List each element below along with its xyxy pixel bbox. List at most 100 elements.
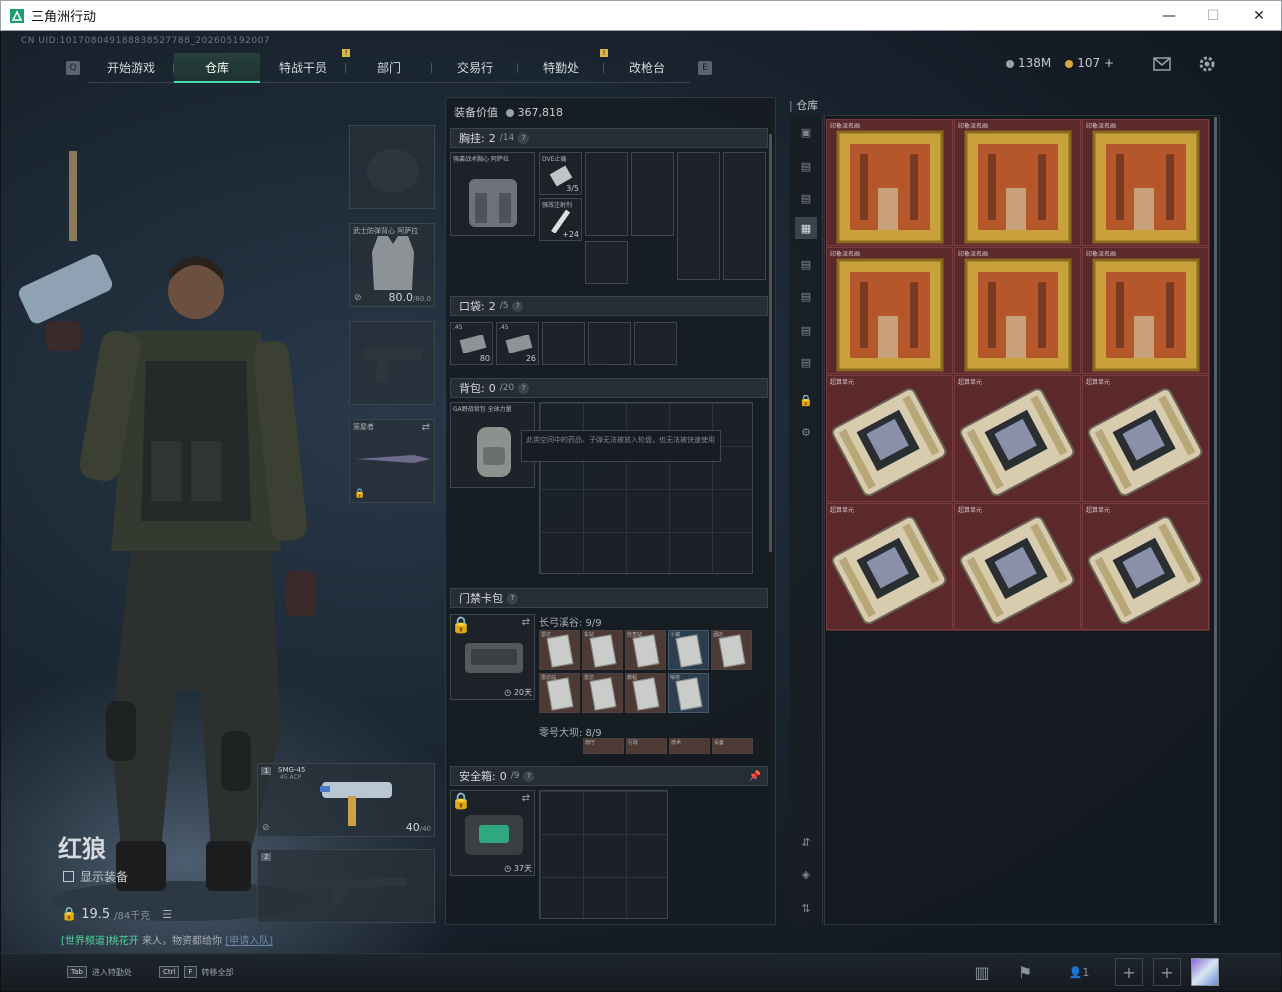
chest-item-painkiller[interactable]: DVE止痛 3/5	[539, 152, 582, 195]
keycard-item[interactable]: 设备	[712, 738, 753, 754]
keycard-item[interactable]: 酒店	[711, 630, 752, 670]
stash-tab-6-icon[interactable]: ▤	[795, 319, 817, 341]
minimize-button[interactable]: —	[1149, 5, 1189, 27]
keycard-item[interactable]: 雷达	[582, 673, 623, 713]
pocket-empty-slot[interactable]	[634, 322, 677, 365]
show-equip-toggle[interactable]: 显示装备	[63, 868, 128, 885]
nav-prev-key[interactable]: Q	[66, 61, 80, 75]
keycard-item[interactable]: 南厅	[583, 738, 624, 754]
stash-item-supercomputer[interactable]: 超算单元	[954, 503, 1081, 630]
stash-scrollbar[interactable]	[1214, 117, 1217, 923]
pocket-empty-slot[interactable]	[588, 322, 631, 365]
keycard-case-item[interactable]: ⇄ 🔒 ◷ 20天	[450, 614, 535, 700]
tab-special-ops[interactable]: 特勤处!	[518, 49, 608, 83]
invite-slot-button[interactable]: +	[1115, 958, 1143, 986]
secondary-weapon-slot[interactable]: 2	[257, 849, 435, 923]
hint-enter-special[interactable]: Tab 进入特勤处	[67, 966, 132, 978]
stash-item-supercomputer[interactable]: 超算单元	[826, 375, 953, 502]
stash-item-supercomputer[interactable]: 超算单元	[1082, 503, 1209, 630]
nav-next-key[interactable]: E	[698, 61, 712, 75]
apply-join-link[interactable]: [申请入队]	[225, 936, 273, 947]
safebox-grid[interactable]	[539, 790, 668, 919]
chest-empty-slot[interactable]	[585, 241, 628, 284]
primary-weapon-slot[interactable]: 1 SMG-45 .45 ACP ⊘ 40/40	[257, 763, 435, 837]
help-icon[interactable]: ?	[518, 132, 530, 144]
stash-tab-all-icon[interactable]: ▣	[795, 121, 817, 143]
lock-icon[interactable]: 🔒	[795, 389, 817, 411]
stash-tab-4-icon[interactable]: ▤	[795, 253, 817, 275]
ticket-display[interactable]: 107 +	[1065, 56, 1114, 70]
tab-start-game[interactable]: 开始游戏	[88, 53, 174, 83]
chest-empty-slot[interactable]	[677, 152, 720, 280]
stash-tab-1-icon[interactable]: ▤	[795, 155, 817, 177]
chest-empty-slot[interactable]	[723, 152, 766, 280]
help-icon[interactable]: ?	[523, 770, 535, 782]
close-button[interactable]: ✕	[1239, 5, 1279, 27]
sort-icon[interactable]: ⇵	[795, 831, 817, 853]
keycard-item[interactable]: 技术	[669, 738, 710, 754]
stash-tab-3-icon[interactable]: ▦	[795, 217, 817, 239]
chest-empty-slot[interactable]	[585, 152, 628, 236]
avatar[interactable]	[1191, 958, 1219, 986]
chest-rig-item[interactable]: 强袭战术胸心 阿萨拉	[450, 152, 535, 236]
transfer-icon[interactable]: ⇅	[795, 897, 817, 919]
keycard-item[interactable]: 行政	[626, 738, 667, 754]
team-button[interactable]: 👤 1	[1059, 958, 1099, 986]
stats-icon[interactable]: ▥	[968, 958, 996, 986]
tab-market[interactable]: 交易行	[432, 53, 518, 83]
maximize-button[interactable]: ☐	[1193, 5, 1233, 27]
pocket-ammo-item[interactable]: .45 26	[496, 322, 539, 365]
keycard-item[interactable]: 小镇	[668, 630, 709, 670]
stash-item-supercomputer[interactable]: 超算单元	[826, 503, 953, 630]
tab-department[interactable]: 部门	[346, 53, 432, 83]
hint-transfer-all[interactable]: Ctrl F 转移全部	[159, 966, 234, 978]
stash-item-painting[interactable]: 印象派名画	[1082, 119, 1209, 246]
melee-slot[interactable]: 笼屋者 ⇄ 🔒	[349, 419, 435, 503]
keycard-item[interactable]: 车站	[582, 630, 623, 670]
add-ticket-button[interactable]: +	[1104, 56, 1114, 70]
inventory-scrollbar[interactable]	[769, 134, 772, 552]
flag-icon[interactable]: ⚑	[1011, 958, 1039, 986]
stash-item-painting[interactable]: 印象派名画	[826, 247, 953, 374]
stash-tab-2-icon[interactable]: ▤	[795, 187, 817, 209]
stash-item-painting[interactable]: 印象派名画	[1082, 247, 1209, 374]
stash-tab-7-icon[interactable]: ▤	[795, 351, 817, 373]
keycard-item[interactable]: 检查站	[625, 630, 666, 670]
stash-item-painting[interactable]: 印象派名画	[954, 247, 1081, 374]
swap-icon[interactable]: ⇄	[522, 793, 530, 804]
keycard-item[interactable]: 哨塔	[668, 673, 709, 713]
help-icon[interactable]: ?	[518, 382, 530, 394]
stash-item-painting[interactable]: 印象派名画	[954, 119, 1081, 246]
tab-gunsmith[interactable]: 改枪台	[604, 53, 690, 83]
settings-icon[interactable]: ⚙	[795, 421, 817, 443]
checkbox[interactable]	[63, 871, 74, 882]
stash-item-supercomputer[interactable]: 超算单元	[954, 375, 1081, 502]
list-icon[interactable]: ☰	[162, 908, 172, 921]
pin-icon[interactable]: 📌	[749, 771, 761, 782]
pocket-empty-slot[interactable]	[542, 322, 585, 365]
help-icon[interactable]: ?	[507, 592, 518, 604]
help-icon[interactable]: ?	[512, 300, 524, 312]
layers-icon[interactable]: ◈	[795, 863, 817, 885]
pistol-slot[interactable]	[349, 321, 435, 405]
keycard-item[interactable]: 教程	[625, 673, 666, 713]
swap-icon[interactable]: ⇄	[422, 422, 430, 433]
stash-item-supercomputer[interactable]: 超算单元	[1082, 375, 1209, 502]
invite-slot-button[interactable]: +	[1153, 958, 1181, 986]
mail-icon[interactable]	[1153, 57, 1171, 71]
swap-icon[interactable]: ⇄	[522, 617, 530, 628]
hafcoin-display[interactable]: 138M	[1006, 56, 1051, 70]
safebox-item[interactable]: ⇄ 🔒 ◷ 37天	[450, 790, 535, 876]
stash-item-painting[interactable]: 印象派名画	[826, 119, 953, 246]
tab-warehouse[interactable]: 仓库	[174, 53, 260, 83]
gear-icon[interactable]	[1198, 55, 1216, 73]
pocket-ammo-item[interactable]: .45 80	[450, 322, 493, 365]
tab-operators[interactable]: 特战干员!	[260, 49, 350, 83]
keycard-item[interactable]: 雷达	[539, 630, 580, 670]
stash-tab-5-icon[interactable]: ▤	[795, 285, 817, 307]
backpack-grid[interactable]	[539, 402, 753, 574]
keycard-item[interactable]: 雷达站	[539, 673, 580, 713]
armor-slot[interactable]: 武士防弹背心 阿萨拉 ⊘ 80.0/80.0	[349, 223, 435, 307]
helmet-slot[interactable]	[349, 125, 435, 209]
chest-item-injector[interactable]: 强效注射剂 +24	[539, 198, 582, 241]
